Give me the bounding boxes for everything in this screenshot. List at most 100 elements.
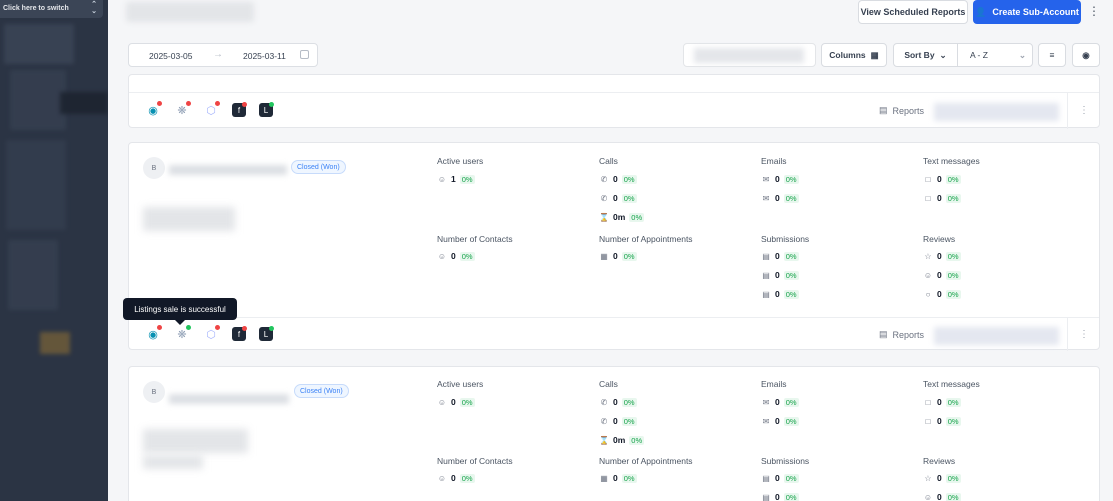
reports-blurred (934, 103, 1059, 121)
calls-label: Calls (599, 379, 618, 389)
workflow-icon[interactable]: ❋ (174, 101, 191, 118)
smiley-icon: ☺ (923, 270, 933, 280)
status-badge: Closed (Won) (291, 160, 346, 174)
workflow-icon[interactable]: ❋ (174, 325, 191, 342)
appointments-stat: ▦ 0 0% (600, 473, 637, 483)
view-scheduled-reports-button[interactable]: View Scheduled Reports (858, 0, 968, 24)
reports-link[interactable]: ▤ Reports (879, 329, 924, 340)
account-name[interactable] (169, 394, 289, 404)
create-sub-account-button[interactable]: 👤 Create Sub-Account (973, 0, 1081, 24)
message-icon: □ (925, 397, 931, 407)
status-badge: Closed (Won) (294, 384, 349, 398)
calls-outbound-stat: ✆ 0 0% (600, 416, 637, 426)
date-end: 2025-03-11 (243, 51, 286, 61)
inbox-icon: ✉ (762, 416, 770, 426)
phone-outgoing-icon: ✆ (600, 193, 608, 203)
active-users-stat: ☺ 0 0% (437, 397, 475, 407)
appointments-label: Number of Appointments (599, 456, 693, 466)
submissions-stat: ▤ 0 0% (762, 270, 799, 280)
contacts-label: Number of Contacts (437, 234, 513, 244)
reviews-stat: ☺ 0 0% (923, 270, 961, 280)
contacts-label: Number of Contacts (437, 456, 513, 466)
calls-label: Calls (599, 156, 618, 166)
calendar-icon (300, 50, 309, 59)
calls-inbound-stat: ✆ 0 0% (600, 174, 637, 184)
google-business-icon[interactable]: ◉ (145, 101, 162, 118)
calendar-icon: ▦ (600, 473, 608, 483)
submissions-label: Submissions (761, 234, 810, 244)
listings-icon[interactable]: L (259, 102, 274, 117)
reviews-stat: ☆ 0 0% (924, 251, 961, 261)
document-icon: ▤ (762, 289, 770, 299)
tooltip: Listings sale is successful (123, 298, 237, 325)
texts-sent-stat: □ 0 0% (923, 174, 961, 184)
hexagon-icon[interactable]: ⬡ (203, 325, 220, 342)
card-more-icon[interactable]: ⋮ (1079, 329, 1089, 340)
texts-received-stat: □ 0 0% (923, 416, 961, 426)
reports-link[interactable]: ▤ Reports (879, 105, 924, 116)
calls-outbound-stat: ✆ 0 0% (600, 193, 637, 203)
texts-sent-stat: □ 0 0% (923, 397, 961, 407)
search-input[interactable] (683, 43, 816, 67)
facebook-icon[interactable]: f (232, 102, 247, 117)
view-scheduled-reports-label: View Scheduled Reports (860, 7, 966, 17)
integration-icons: ◉ ❋ ⬡ f L (145, 325, 274, 342)
facebook-icon[interactable]: f (232, 326, 247, 341)
date-range-picker[interactable]: 2025-03-05 → 2025-03-11 (128, 43, 318, 67)
page-title (126, 2, 254, 22)
reviews-stat: ☆ 0 0% (924, 473, 961, 483)
card-more-icon[interactable]: ⋮ (1079, 105, 1089, 116)
contacts-stat: ☺ 0 0% (437, 251, 475, 261)
report-icon: ▤ (879, 329, 888, 339)
message-icon: □ (925, 193, 931, 203)
integration-icons: ◉ ❋ ⬡ f L (145, 101, 274, 118)
more-options-icon[interactable]: ⋮ (1088, 4, 1100, 20)
star-icon: ☆ (924, 251, 932, 261)
columns-icon: ▦ (870, 49, 879, 60)
inbox-icon: ✉ (762, 174, 770, 184)
active-users-stat: ☺ 1 0% (437, 174, 475, 184)
text-messages-label: Text messages (923, 156, 980, 166)
reviews-stat: ○ 0 0% (923, 289, 961, 299)
sidebar-blurred-content (6, 140, 66, 230)
sort-order-select[interactable]: A - Z (963, 50, 1014, 60)
appointments-stat: ▦ 0 0% (600, 251, 637, 261)
form-icon: ▤ (762, 473, 770, 483)
sidebar: Click here to switch ⌃ ⌄ (0, 0, 108, 501)
reports-blurred (934, 327, 1059, 345)
submissions-stat: ▤ 0 0% (762, 492, 799, 501)
chevron-down-icon: ⌄ (939, 49, 947, 60)
submissions-stat: ▤ 0 0% (762, 289, 799, 299)
settings-button[interactable]: ◉ (1072, 43, 1100, 67)
create-sub-account-label: Create Sub-Account (992, 7, 1079, 17)
users-icon: ☺ (437, 397, 447, 407)
calls-duration-stat: ⌛ 0m 0% (599, 212, 645, 222)
sidebar-blurred-content (60, 92, 108, 114)
reports-label: Reports (892, 329, 925, 340)
account-details (143, 207, 235, 231)
account-card: B Closed (Won) Active users ☺ 0 0% Calls … (128, 366, 1100, 501)
account-switcher[interactable]: Click here to switch ⌃ ⌄ (0, 0, 103, 18)
google-business-icon[interactable]: ◉ (145, 325, 162, 342)
reviews-label: Reviews (923, 456, 956, 466)
date-start: 2025-03-05 (149, 51, 193, 61)
calls-inbound-stat: ✆ 0 0% (600, 397, 637, 407)
account-name[interactable] (169, 165, 287, 175)
listings-icon[interactable]: L (259, 326, 274, 341)
phone-outgoing-icon: ✆ (600, 416, 608, 426)
sort-control[interactable]: Sort By ⌄ A - Z ⌄ (893, 43, 1033, 67)
message-icon: □ (925, 174, 931, 184)
emails-sent-stat: ✉ 0 0% (762, 174, 799, 184)
clipboard-icon: ▤ (762, 492, 770, 501)
phone-incoming-icon: ✆ (600, 397, 608, 407)
columns-button[interactable]: Columns ▦ (821, 43, 887, 67)
sort-by-button[interactable]: Sort By ⌄ (894, 44, 958, 66)
avatar: B (143, 381, 165, 403)
account-details (143, 429, 248, 453)
users-icon: ☺ (437, 174, 447, 184)
filter-button[interactable]: ≡ (1038, 43, 1066, 67)
reviews-label: Reviews (923, 234, 956, 244)
hexagon-icon[interactable]: ⬡ (203, 101, 220, 118)
settings-icon: ◉ (1082, 49, 1090, 60)
emails-received-stat: ✉ 0 0% (762, 193, 799, 203)
